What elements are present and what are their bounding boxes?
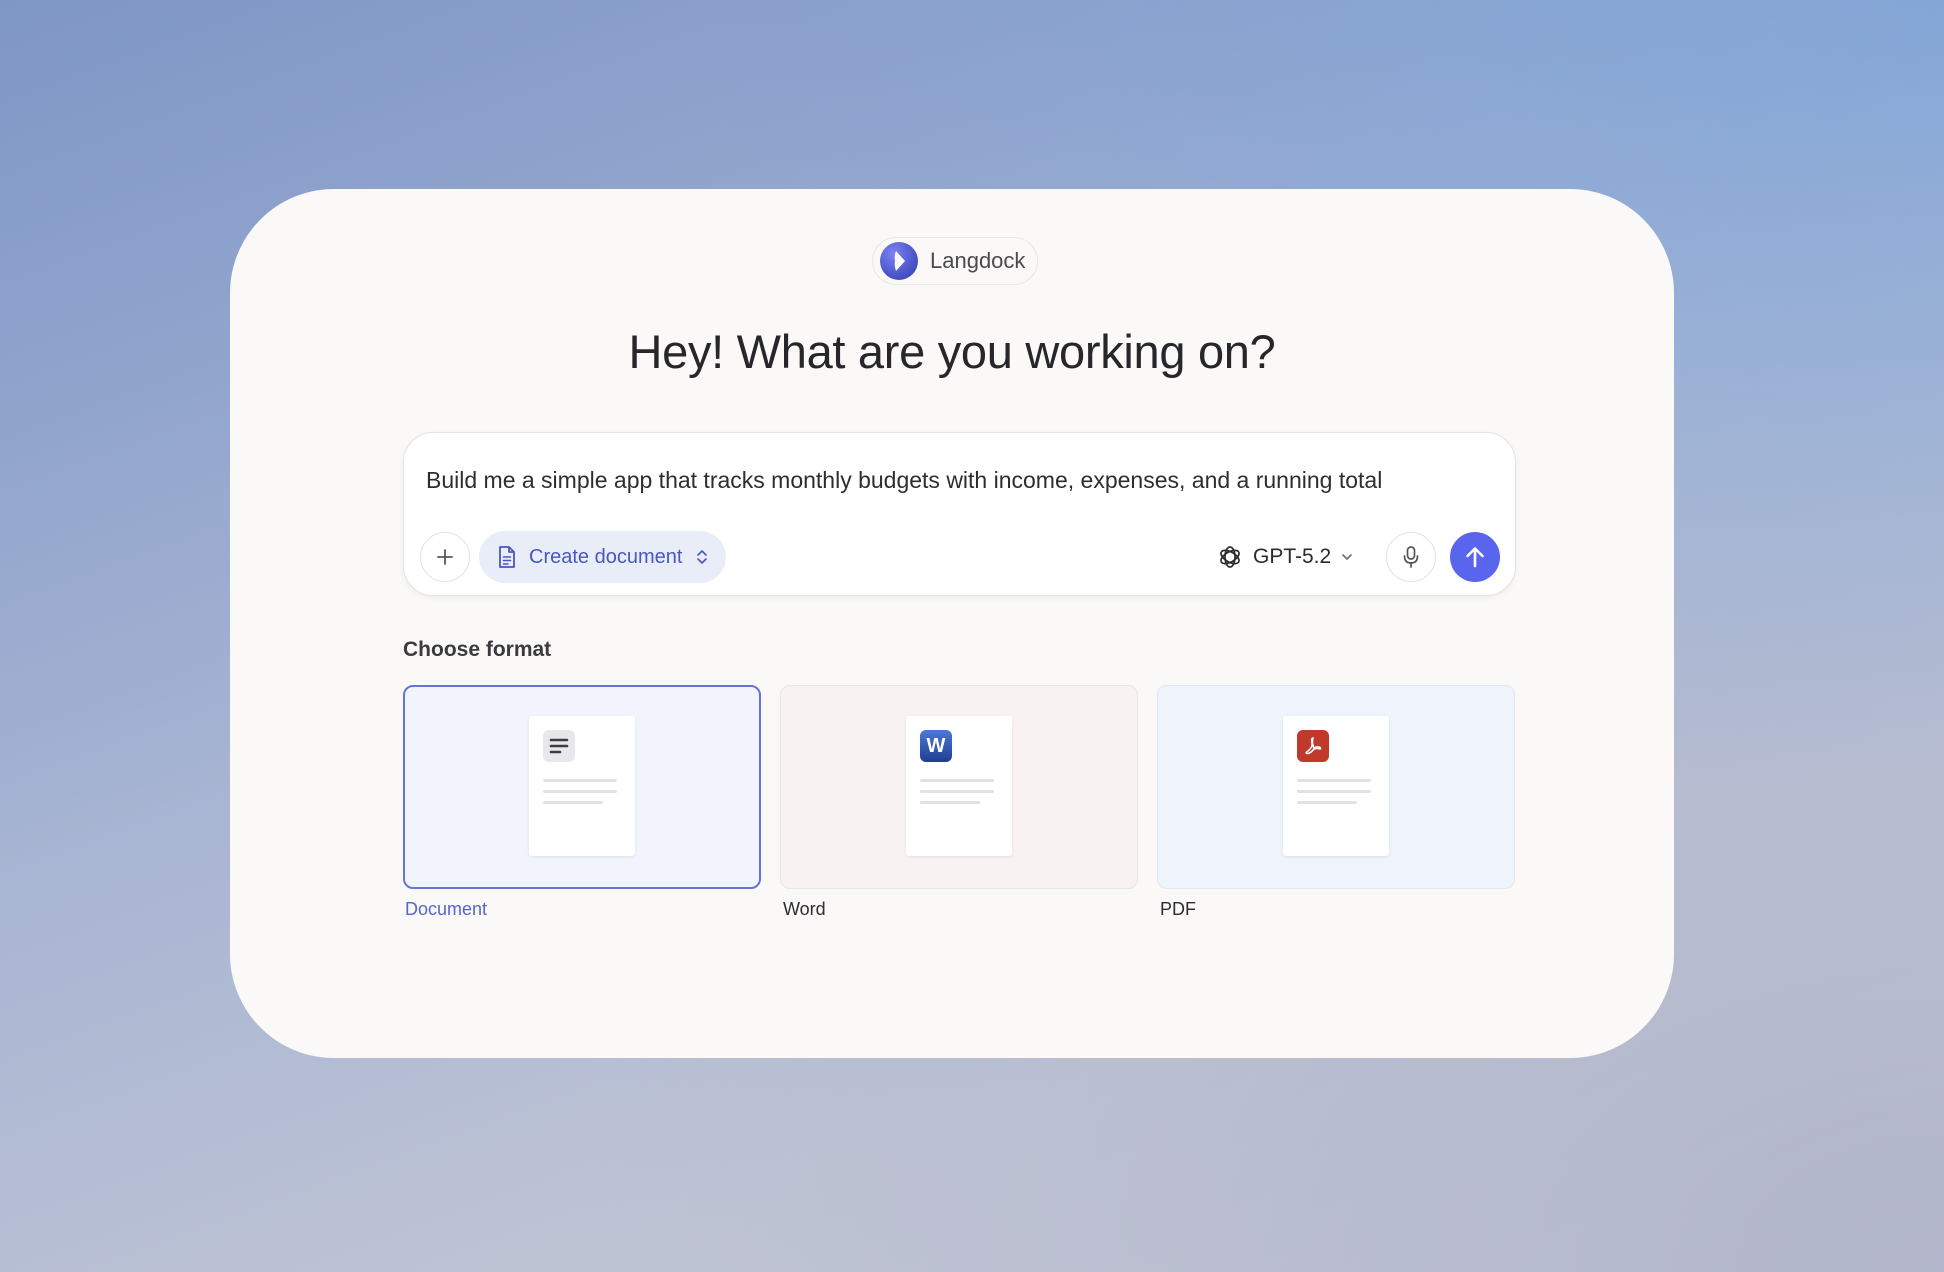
microphone-icon bbox=[1403, 546, 1419, 568]
format-label-pdf[interactable]: PDF bbox=[1160, 899, 1196, 920]
brand-name: Langdock bbox=[930, 248, 1026, 273]
create-document-label: Create document bbox=[529, 545, 683, 568]
voice-input-button[interactable] bbox=[1386, 532, 1436, 582]
document-icon bbox=[499, 546, 515, 568]
choose-format-heading: Choose format bbox=[403, 638, 552, 661]
openai-icon bbox=[1220, 546, 1240, 568]
page-title: Hey! What are you working on? bbox=[628, 325, 1276, 378]
format-card-pdf[interactable] bbox=[1157, 685, 1515, 889]
pdf-icon bbox=[1297, 730, 1329, 762]
add-attachment-button[interactable] bbox=[420, 532, 470, 582]
format-label-document[interactable]: Document bbox=[405, 899, 487, 920]
main-card: Langdock Hey! What are you working on? B… bbox=[230, 189, 1674, 1058]
prompt-input[interactable]: Build me a simple app that tracks monthl… bbox=[426, 467, 1382, 494]
chevron-up-down-icon bbox=[697, 550, 708, 564]
word-icon-letter: W bbox=[926, 734, 946, 757]
format-label-word[interactable]: Word bbox=[783, 899, 826, 920]
document-preview bbox=[529, 716, 635, 856]
document-lines-icon bbox=[543, 730, 575, 762]
prompt-composer: Build me a simple app that tracks monthl… bbox=[403, 432, 1516, 596]
brand-badge: Langdock bbox=[872, 237, 1039, 285]
send-button[interactable] bbox=[1450, 532, 1500, 582]
plus-icon bbox=[437, 549, 453, 565]
chevron-down-icon bbox=[1342, 554, 1353, 560]
create-document-selector[interactable]: Create document bbox=[479, 531, 727, 583]
format-card-document[interactable] bbox=[403, 685, 761, 889]
pdf-preview bbox=[1283, 716, 1389, 856]
format-card-word[interactable]: W bbox=[780, 685, 1138, 889]
model-label: GPT-5.2 bbox=[1253, 545, 1332, 568]
langdock-logo-icon bbox=[880, 242, 918, 280]
arrow-up-icon bbox=[1466, 547, 1484, 568]
model-selector[interactable]: GPT-5.2 bbox=[1217, 532, 1353, 582]
word-icon: W bbox=[920, 730, 952, 762]
word-preview: W bbox=[906, 716, 1012, 856]
